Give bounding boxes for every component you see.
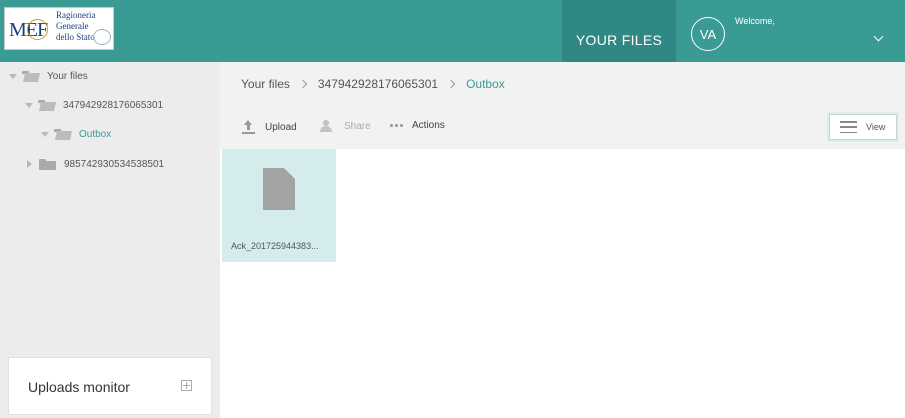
upload-button[interactable]: Upload (242, 120, 297, 134)
tree-item-label: 985742930534538501 (64, 158, 165, 170)
logo-text: Ragioneria Generale dello Stato (56, 10, 96, 42)
tree-item-label: Your files (47, 70, 88, 82)
share-user-icon (319, 120, 334, 132)
actions-button[interactable]: Actions (390, 120, 445, 131)
app-header: MEF Ragioneria Generale dello Stato YOUR… (0, 0, 905, 62)
breadcrumb: Your files 347942928176065301 Outbox (241, 77, 505, 91)
view-button[interactable]: View (829, 114, 897, 140)
folder-icon (39, 158, 56, 170)
tree-item-label: 347942928176065301 (63, 99, 164, 111)
expand-arrow-icon[interactable] (25, 102, 33, 108)
uploads-monitor-label: Uploads monitor (28, 379, 130, 395)
file-tile[interactable]: Ack_201725944383... (222, 149, 336, 262)
view-label: View (866, 122, 886, 132)
upload-icon (242, 120, 255, 134)
tree-item-folder-985742930534538501[interactable]: 985742930534538501 (25, 156, 164, 172)
chevron-down-icon[interactable] (873, 31, 884, 42)
expand-arrow-icon[interactable] (41, 131, 49, 137)
logo-ring-icon (27, 19, 48, 40)
avatar-initials: VA (699, 26, 717, 42)
sidebar: Your files 347942928176065301 Outbox 985… (0, 62, 220, 418)
tree-item-folder-347942928176065301[interactable]: 347942928176065301 (25, 97, 163, 113)
actions-label: Actions (412, 120, 445, 131)
more-dots-icon (390, 124, 403, 127)
chevron-right-icon (298, 79, 308, 89)
tree-item-label: Outbox (79, 128, 112, 140)
mef-logo[interactable]: MEF Ragioneria Generale dello Stato (4, 7, 114, 50)
tree-item-outbox[interactable]: Outbox (41, 126, 111, 142)
share-button[interactable]: Share (319, 120, 371, 132)
uploads-monitor-panel[interactable]: Uploads monitor (8, 357, 212, 415)
welcome-text: Welcome, (735, 16, 775, 26)
main-toolbar-area: Your files 347942928176065301 Outbox Upl… (220, 62, 905, 149)
expand-panel-icon[interactable] (181, 380, 192, 391)
share-label: Share (344, 120, 371, 132)
expand-arrow-icon[interactable] (9, 73, 17, 79)
nav-your-files[interactable]: YOUR FILES (562, 0, 676, 62)
breadcrumb-your-files[interactable]: Your files (241, 77, 290, 91)
tree-item-your-files[interactable]: Your files (9, 68, 88, 84)
list-view-icon (840, 121, 857, 133)
upload-label: Upload (265, 121, 297, 133)
file-name: Ack_201725944383... (231, 241, 319, 251)
folder-open-icon (54, 128, 71, 140)
collapse-arrow-icon[interactable] (27, 160, 32, 168)
chevron-right-icon (446, 79, 456, 89)
folder-open-icon (38, 99, 55, 111)
folder-open-icon (22, 70, 39, 82)
user-avatar[interactable]: VA (691, 17, 725, 51)
breadcrumb-folder[interactable]: 347942928176065301 (318, 77, 438, 91)
globe-icon (93, 29, 111, 45)
breadcrumb-outbox[interactable]: Outbox (466, 77, 505, 91)
document-icon (263, 168, 295, 210)
